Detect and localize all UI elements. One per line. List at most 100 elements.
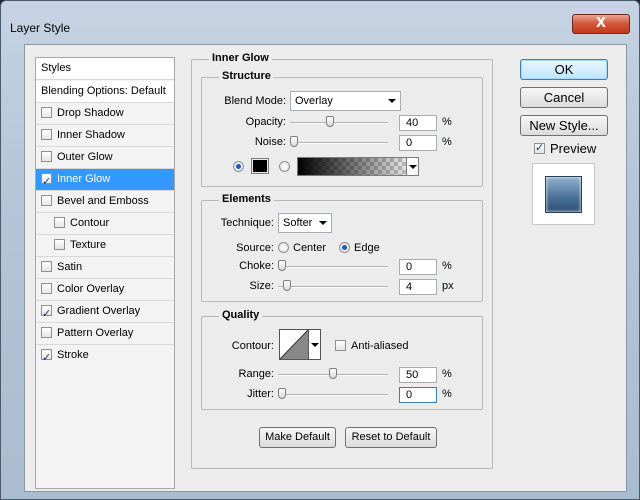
drop-shadow-checkbox[interactable] <box>41 107 52 118</box>
list-item-inner-shadow[interactable]: Inner Shadow <box>36 125 174 147</box>
size-input[interactable]: 4 <box>399 279 437 295</box>
choke-unit: % <box>442 260 452 272</box>
list-item-label: Inner Glow <box>57 173 111 185</box>
list-item-gradient-overlay[interactable]: Gradient Overlay <box>36 301 174 324</box>
list-item-label: Color Overlay <box>57 283 125 295</box>
choke-input[interactable]: 0 <box>399 259 437 275</box>
gradient-overlay-checkbox[interactable] <box>41 303 52 324</box>
panel-title: Inner Glow <box>209 52 272 64</box>
jitter-slider[interactable] <box>278 394 388 396</box>
list-item-label: Gradient Overlay <box>57 305 141 317</box>
gradient-picker[interactable] <box>297 157 419 176</box>
anti-aliased-label: Anti-aliased <box>351 340 409 352</box>
list-item-label: Pattern Overlay <box>57 327 134 339</box>
list-item-pattern-overlay[interactable]: Pattern Overlay <box>36 323 174 345</box>
opacity-input[interactable]: 40 <box>399 115 437 131</box>
choke-slider[interactable] <box>278 266 388 268</box>
texture-checkbox[interactable] <box>54 239 65 250</box>
chevron-down-icon <box>319 221 327 225</box>
contour-label: Contour: <box>231 340 274 352</box>
list-item-styles[interactable]: Styles <box>36 58 174 80</box>
opacity-slider-thumb[interactable] <box>326 116 334 127</box>
noise-input[interactable]: 0 <box>399 135 437 151</box>
preview-label: Preview <box>550 141 597 156</box>
inner-glow-checkbox[interactable] <box>41 171 52 192</box>
contour-checkbox[interactable] <box>54 217 65 228</box>
size-label: Size: <box>249 280 274 292</box>
list-item-inner-glow[interactable]: Inner Glow <box>36 169 174 192</box>
reset-to-default-button[interactable]: Reset to Default <box>345 427 437 448</box>
list-item-label: Inner Shadow <box>57 129 125 141</box>
technique-label: Technique: <box>220 217 274 229</box>
jitter-input[interactable]: 0 <box>399 387 437 403</box>
source-center-label: Center <box>293 242 327 254</box>
range-slider-thumb[interactable] <box>329 368 337 379</box>
contour-picker[interactable] <box>279 329 309 360</box>
list-item-color-overlay[interactable]: Color Overlay <box>36 279 174 301</box>
blend-mode-label: Blend Mode: <box>224 95 286 107</box>
list-item-stroke[interactable]: Stroke <box>36 345 174 368</box>
styles-list: Styles Blending Options: Default Drop Sh… <box>35 57 175 489</box>
range-input[interactable]: 50 <box>399 367 437 383</box>
list-item-satin[interactable]: Satin <box>36 257 174 279</box>
structure-group: Structure Blend Mode: Overlay Opacity: 4… <box>201 70 483 187</box>
list-item-label: Bevel and Emboss <box>57 195 149 207</box>
solid-color-radio[interactable] <box>233 161 244 172</box>
noise-unit: % <box>442 136 452 148</box>
size-slider-thumb[interactable] <box>283 280 291 291</box>
jitter-label: Jitter: <box>247 388 274 400</box>
gradient-dropdown-button[interactable] <box>406 158 418 175</box>
cancel-button[interactable]: Cancel <box>520 87 608 108</box>
range-label: Range: <box>238 368 274 380</box>
preview-checkbox[interactable] <box>534 141 545 154</box>
stroke-checkbox[interactable] <box>41 347 52 368</box>
choke-label: Choke: <box>239 260 274 272</box>
contour-dropdown-button[interactable] <box>309 329 321 360</box>
list-item-blending-options[interactable]: Blending Options: Default <box>36 81 174 103</box>
noise-label: Noise: <box>254 136 286 148</box>
quality-title: Quality <box>219 309 263 321</box>
noise-slider[interactable] <box>290 142 388 144</box>
list-item-drop-shadow[interactable]: Drop Shadow <box>36 103 174 125</box>
technique-dropdown[interactable]: Softer <box>278 213 332 233</box>
make-default-button[interactable]: Make Default <box>259 427 336 448</box>
inner-shadow-checkbox[interactable] <box>41 129 52 140</box>
list-item-bevel-and-emboss[interactable]: Bevel and Emboss <box>36 191 174 213</box>
blend-mode-dropdown[interactable]: Overlay <box>290 91 401 111</box>
source-center-radio[interactable] <box>278 242 289 253</box>
color-swatch[interactable] <box>251 158 269 174</box>
list-item-contour[interactable]: Contour <box>36 213 174 235</box>
list-item-texture[interactable]: Texture <box>36 235 174 257</box>
dialog-client-area: Styles Blending Options: Default Drop Sh… <box>24 44 627 492</box>
structure-title: Structure <box>219 70 274 82</box>
list-item-label: Stroke <box>57 349 89 361</box>
gradient-radio[interactable] <box>279 161 290 172</box>
source-label: Source: <box>236 242 274 254</box>
bevel-emboss-checkbox[interactable] <box>41 195 52 206</box>
contour-curve-icon <box>279 329 309 360</box>
jitter-slider-thumb[interactable] <box>278 388 286 399</box>
source-edge-radio[interactable] <box>339 242 350 253</box>
chevron-down-icon <box>388 99 396 103</box>
close-button[interactable]: X <box>572 14 630 34</box>
list-item-label: Satin <box>57 261 83 273</box>
choke-slider-thumb[interactable] <box>278 260 286 271</box>
color-overlay-checkbox[interactable] <box>41 283 52 294</box>
quality-group: Quality Contour: Anti-aliased Range: 50 <box>201 309 483 410</box>
ok-button[interactable]: OK <box>520 59 608 80</box>
new-style-button[interactable]: New Style... <box>520 115 608 136</box>
chevron-down-icon <box>409 165 417 169</box>
preview-box <box>532 163 595 225</box>
outer-glow-checkbox[interactable] <box>41 151 52 162</box>
title-bar[interactable]: Layer Style X <box>1 1 639 37</box>
size-slider[interactable] <box>278 286 388 288</box>
anti-aliased-checkbox[interactable] <box>335 340 346 351</box>
satin-checkbox[interactable] <box>41 261 52 272</box>
elements-group: Elements Technique: Softer Source: Cente… <box>201 193 483 302</box>
pattern-overlay-checkbox[interactable] <box>41 327 52 338</box>
list-item-outer-glow[interactable]: Outer Glow <box>36 147 174 169</box>
technique-value: Softer <box>283 217 313 229</box>
opacity-label: Opacity: <box>245 116 286 128</box>
noise-slider-thumb[interactable] <box>290 136 298 147</box>
opacity-slider[interactable] <box>290 122 388 124</box>
